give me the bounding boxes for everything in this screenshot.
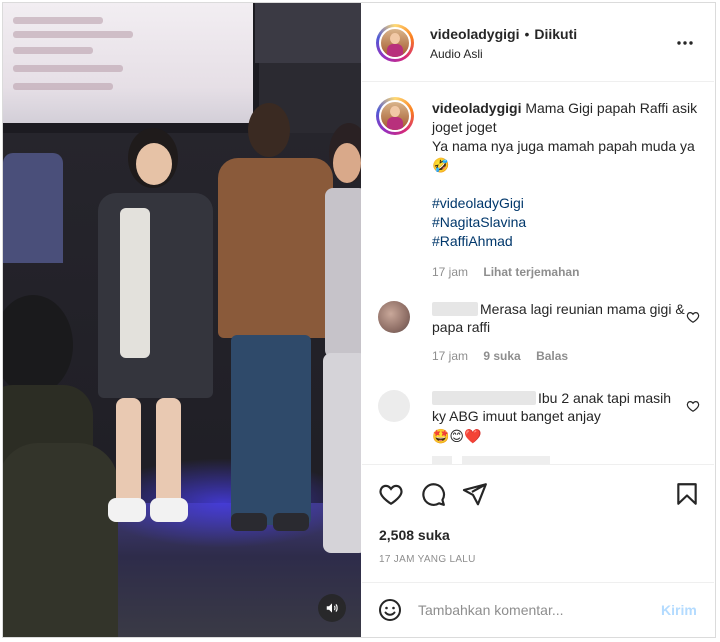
post-header: videoladygigi • Diikuti Audio Asli [362,3,714,82]
more-options-button[interactable] [675,33,695,53]
commenter-avatar[interactable] [378,301,410,333]
hashtag-link[interactable]: #videoladyGigi [432,194,702,213]
comment-button[interactable] [420,481,446,507]
audio-link[interactable]: Audio Asli [430,47,483,61]
like-button[interactable] [378,481,404,507]
post-comment-button[interactable]: Kirim [661,602,697,618]
person-woman-right [321,123,361,583]
follow-status[interactable]: Diikuti [534,26,577,42]
comments-scroll-area[interactable]: videoladygigi Mama Gigi papah Raffi asik… [362,82,714,464]
speaker-icon [326,603,338,613]
comment-like-heart-icon[interactable] [686,399,700,413]
save-button[interactable] [674,481,700,507]
caption-line-2: Ya nama nya juga mamah papah muda ya🤣 [432,138,695,173]
see-translation-link[interactable]: Lihat terjemahan [483,265,579,279]
commenter-avatar[interactable] [378,390,410,422]
bookmark-icon [677,483,697,505]
heart-outline-icon [379,484,403,506]
mute-button[interactable] [318,594,346,622]
emoji-button[interactable] [378,598,402,622]
send-icon [462,483,487,506]
video-player[interactable] [3,3,361,637]
post-details-panel: videoladygigi • Diikuti Audio Asli videola… [362,3,714,637]
person-left-background [3,153,63,263]
caption-avatar[interactable] [376,97,414,135]
avatar[interactable] [376,24,414,62]
add-comment-bar: Kirim [362,582,714,638]
hashtag-link[interactable]: #RaffiAhmad [432,232,702,251]
comment-icon [422,483,446,506]
reply-button[interactable]: Balas [536,349,568,363]
caption-time[interactable]: 17 jam [432,265,468,279]
share-button[interactable] [462,481,488,507]
person-woman-jacket [88,128,228,548]
comment-time[interactable]: 17 jam [432,349,468,363]
separator-dot: • [524,26,530,42]
hashtag-link[interactable]: #NagitaSlavina [432,213,702,232]
caption-username[interactable]: videoladygigi [432,100,521,116]
commenter-name-blurred[interactable] [432,302,478,316]
more-horizontal-icon [677,41,693,45]
post-timestamp[interactable]: 17 JAM YANG LALU [379,554,476,565]
comment-emojis: 🤩😊❤️ [432,428,482,444]
header-username[interactable]: videoladygigi [430,26,519,42]
comment-likes[interactable]: 9 suka [483,349,520,363]
comment-input[interactable] [418,600,648,620]
post-actions: 2,508 suka 17 JAM YANG LALU [362,464,714,583]
likes-count[interactable]: 2,508 suka [379,527,450,543]
emoji-smile-icon [379,599,401,621]
commenter-name-blurred[interactable] [432,391,536,405]
comment-like-heart-icon[interactable] [686,310,700,324]
